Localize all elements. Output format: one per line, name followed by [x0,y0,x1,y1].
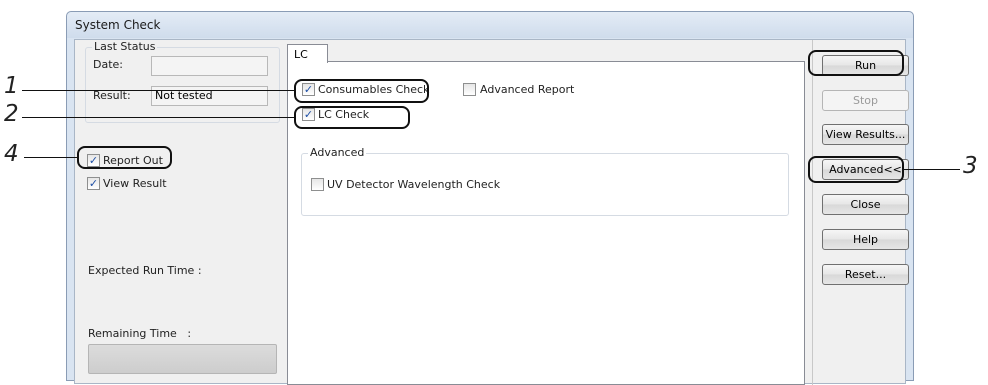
system-check-window: System Check Last Status Date: Result: N… [66,11,914,385]
view-results-button[interactable]: View Results... [822,124,909,145]
callout-number-3: 3 [963,153,978,179]
view-result-checkbox[interactable]: ✓ [87,177,100,190]
last-status-legend: Last Status [92,40,158,53]
stop-button[interactable]: Stop [822,90,909,111]
remaining-time-label: Remaining Time : [88,327,192,340]
result-field: Not tested [151,86,268,106]
close-button[interactable]: Close [822,194,909,215]
help-button[interactable]: Help [822,229,909,250]
remaining-time-progress-bar [88,344,277,374]
leader-line-4 [24,157,77,158]
callout-box-run [808,50,904,76]
callout-number-2: 2 [4,101,19,127]
expected-run-time-label: Expected Run Time : [88,264,202,277]
leader-line-1 [22,90,294,91]
advanced-group-legend: Advanced [308,146,367,159]
date-field [151,56,268,76]
uv-detector-label: UV Detector Wavelength Check [327,178,501,191]
title-bar: System Check [67,12,913,38]
callout-box-3 [808,156,904,183]
advanced-group: Advanced UV Detector Wavelength Check [301,146,789,216]
callout-box-4 [77,146,172,169]
advanced-report-label: Advanced Report [480,83,575,96]
date-label: Date: [93,58,123,71]
tab-lc[interactable]: LC [287,44,328,63]
last-status-group: Last Status Date: Result: Not tested [85,40,280,123]
leader-line-3 [904,169,960,170]
callout-number-4: 4 [4,141,19,167]
button-column-separator [812,40,813,385]
callout-box-2 [294,106,410,129]
uv-detector-checkbox[interactable] [311,178,324,191]
leader-line-2 [22,117,294,118]
advanced-report-checkbox[interactable] [463,83,476,96]
callout-box-1 [294,79,429,103]
window-title: System Check [75,18,161,32]
reset-button[interactable]: Reset... [822,264,909,285]
callout-number-1: 1 [4,73,19,99]
view-result-label: View Result [103,177,167,190]
tab-lc-label: LC [294,48,308,61]
